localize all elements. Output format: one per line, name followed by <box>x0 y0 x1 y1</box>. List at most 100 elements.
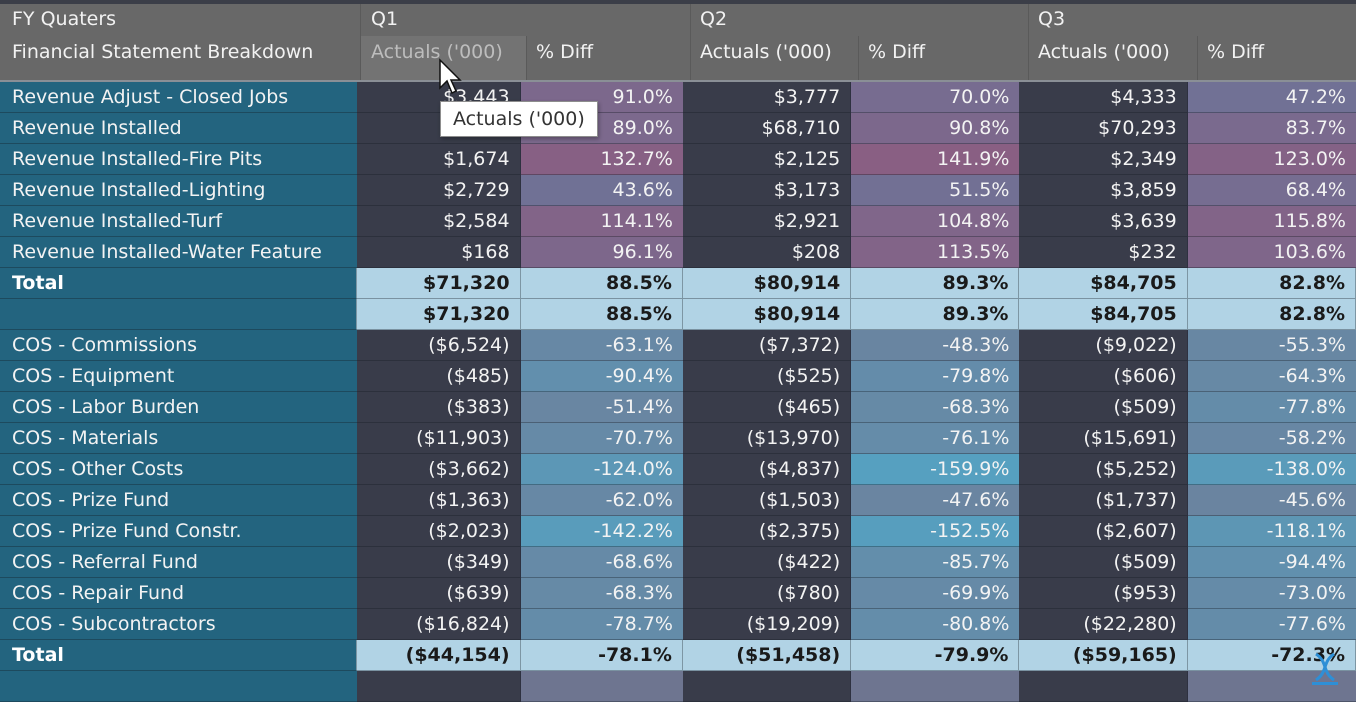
q3-actuals-cell[interactable]: ($2,607) <box>1019 516 1188 547</box>
table-row[interactable]: COS - Subcontractors ($16,824) -78.7% ($19,… <box>0 609 1356 640</box>
q1-actuals-cell[interactable]: ($11,903) <box>357 423 521 454</box>
q1-actuals-cell[interactable]: $2,584 <box>357 206 521 237</box>
q3-actuals-cell[interactable]: $84,705 <box>1019 299 1188 330</box>
q3-actuals-cell[interactable]: $4,333 <box>1019 82 1188 113</box>
row-label[interactable]: COS - Prize Fund <box>0 485 358 516</box>
q2-actuals-cell[interactable]: ($7,372) <box>682 330 852 361</box>
q3-actuals-cell[interactable]: $3,859 <box>1019 175 1188 206</box>
q2-pct-diff-cell[interactable]: -68.3% <box>851 392 1020 423</box>
quarter-header-q1[interactable]: Q1 <box>371 8 398 30</box>
row-label[interactable]: Revenue Adjust - Closed Jobs <box>0 82 358 113</box>
q3-pct-diff-cell[interactable]: -73.0% <box>1187 578 1356 609</box>
q1-pct-diff-cell[interactable]: 132.7% <box>520 144 683 175</box>
table-row[interactable]: COS - Prize Fund ($1,363) -62.0% ($1,503) -4… <box>0 485 1356 516</box>
q1-actuals-cell[interactable]: ($6,524) <box>357 330 521 361</box>
q1-pct-diff-cell[interactable]: -51.4% <box>520 392 683 423</box>
q2-pct-diff-cell[interactable]: -48.3% <box>851 330 1020 361</box>
row-label[interactable]: Revenue Installed <box>0 113 358 144</box>
q2-actuals-cell[interactable]: $3,777 <box>682 82 852 113</box>
q1-pct-diff-cell[interactable]: 114.1% <box>520 206 683 237</box>
table-row[interactable]: COS - Referral Fund ($349) -68.6% ($422) -85… <box>0 547 1356 578</box>
q1-actuals-cell[interactable]: ($485) <box>357 361 521 392</box>
q2-pct-diff-cell[interactable]: 104.8% <box>851 206 1020 237</box>
table-row[interactable]: Revenue Installed-Water Feature $168 96.1%… <box>0 237 1356 268</box>
q2-actuals-cell[interactable]: $208 <box>682 237 852 268</box>
q3-actuals-cell[interactable]: ($1,737) <box>1019 485 1188 516</box>
row-label[interactable]: Revenue Installed-Turf <box>0 206 358 237</box>
q2-actuals-cell[interactable]: $68,710 <box>682 113 852 144</box>
table-row[interactable]: Revenue Installed 89.0% $68,710 90.8% $70,29… <box>0 113 1356 144</box>
q1-pct-diff-cell[interactable]: -70.7% <box>520 423 683 454</box>
row-label[interactable]: COS - Materials <box>0 423 358 454</box>
q1-actuals-cell[interactable]: ($44,154) <box>357 640 521 671</box>
q3-pct-diff-cell[interactable]: -58.2% <box>1187 423 1356 454</box>
cos-total-row[interactable]: Total ($44,154) -78.1% ($51,458) -79.9% ($59,… <box>0 640 1356 671</box>
q2-pct-diff-cell[interactable]: -79.8% <box>851 361 1020 392</box>
q2-actuals-cell[interactable]: ($465) <box>682 392 852 423</box>
q2-pct-diff-cell[interactable]: -47.6% <box>851 485 1020 516</box>
q3-actuals-cell[interactable]: ($606) <box>1019 361 1188 392</box>
q1-pct-diff-cell[interactable]: 88.5% <box>520 268 683 299</box>
q1-actuals-cell[interactable]: ($3,662) <box>357 454 521 485</box>
q2-pct-diff-cell[interactable]: -69.9% <box>851 578 1020 609</box>
row-label[interactable]: COS - Commissions <box>0 330 358 361</box>
quarter-header-q3[interactable]: Q3 <box>1038 8 1065 30</box>
q3-pct-diff-cell[interactable]: 47.2% <box>1187 82 1356 113</box>
q2-actuals-cell[interactable]: $2,921 <box>682 206 852 237</box>
q1-pct-diff-cell[interactable]: -62.0% <box>520 485 683 516</box>
q2-pct-diff-cell[interactable]: -85.7% <box>851 547 1020 578</box>
q2-actuals-cell[interactable]: ($1,503) <box>682 485 852 516</box>
q2-actuals-cell[interactable]: ($4,837) <box>682 454 852 485</box>
column-header-q2-actuals[interactable]: Actuals ('000) <box>700 41 832 63</box>
q1-actuals-cell[interactable]: $168 <box>357 237 521 268</box>
q1-actuals-cell[interactable]: $1,674 <box>357 144 521 175</box>
q1-pct-diff-cell[interactable]: 96.1% <box>520 237 683 268</box>
q3-pct-diff-cell[interactable]: -45.6% <box>1187 485 1356 516</box>
row-label[interactable]: Total <box>0 640 358 671</box>
table-row[interactable]: Revenue Installed-Fire Pits $1,674 132.7% $… <box>0 144 1356 175</box>
q1-actuals-cell[interactable]: ($383) <box>357 392 521 423</box>
q2-actuals-cell[interactable]: ($780) <box>682 578 852 609</box>
q1-pct-diff-cell[interactable]: -124.0% <box>520 454 683 485</box>
q3-actuals-cell[interactable]: ($59,165) <box>1019 640 1188 671</box>
q2-pct-diff-cell[interactable]: 89.3% <box>851 268 1020 299</box>
q2-actuals-cell[interactable]: ($13,970) <box>682 423 852 454</box>
q2-pct-diff-cell[interactable]: 113.5% <box>851 237 1020 268</box>
q1-pct-diff-cell[interactable]: 43.6% <box>520 175 683 206</box>
table-row[interactable]: COS - Other Costs ($3,662) -124.0% ($4,837)… <box>0 454 1356 485</box>
q1-actuals-cell[interactable]: ($349) <box>357 547 521 578</box>
q1-pct-diff-cell[interactable]: -78.7% <box>520 609 683 640</box>
q1-actuals-cell[interactable]: ($1,363) <box>357 485 521 516</box>
table-row[interactable]: COS - Repair Fund ($639) -68.3% ($780) -69.9… <box>0 578 1356 609</box>
q2-pct-diff-cell[interactable]: 90.8% <box>851 113 1020 144</box>
row-label[interactable]: Revenue Installed-Fire Pits <box>0 144 358 175</box>
q2-actuals-cell[interactable]: $80,914 <box>682 299 852 330</box>
row-label[interactable]: COS - Labor Burden <box>0 392 358 423</box>
q2-actuals-cell[interactable]: ($19,209) <box>682 609 852 640</box>
row-label[interactable]: COS - Repair Fund <box>0 578 358 609</box>
q3-pct-diff-cell[interactable]: -64.3% <box>1187 361 1356 392</box>
table-row[interactable]: COS - Prize Fund Constr. ($2,023) -142.2%(… <box>0 516 1356 547</box>
table-row[interactable]: Revenue Adjust - Closed Jobs $3,443 91.0% $… <box>0 82 1356 113</box>
q3-pct-diff-cell[interactable]: -94.4% <box>1187 547 1356 578</box>
q3-actuals-cell[interactable]: ($509) <box>1019 547 1188 578</box>
q1-actuals-cell[interactable]: $2,729 <box>357 175 521 206</box>
revenue-total-row[interactable]: Total $71,320 88.5% $80,914 89.3% $84,705 82.8… <box>0 268 1356 299</box>
row-label[interactable]: COS - Subcontractors <box>0 609 358 640</box>
q3-pct-diff-cell[interactable]: -118.1% <box>1187 516 1356 547</box>
q3-pct-diff-cell[interactable]: -77.8% <box>1187 392 1356 423</box>
row-label[interactable]: Revenue Installed-Lighting <box>0 175 358 206</box>
q1-actuals-cell[interactable]: $71,320 <box>357 299 521 330</box>
q1-pct-diff-cell[interactable]: -68.3% <box>520 578 683 609</box>
q1-actuals-cell[interactable]: ($2,023) <box>357 516 521 547</box>
q2-pct-diff-cell[interactable]: -152.5% <box>851 516 1020 547</box>
q1-pct-diff-cell[interactable]: -78.1% <box>520 640 683 671</box>
q3-actuals-cell[interactable]: ($9,022) <box>1019 330 1188 361</box>
q2-pct-diff-cell[interactable]: -159.9% <box>851 454 1020 485</box>
q2-pct-diff-cell[interactable]: -80.8% <box>851 609 1020 640</box>
q2-pct-diff-cell[interactable]: 141.9% <box>851 144 1020 175</box>
q3-actuals-cell[interactable]: ($509) <box>1019 392 1188 423</box>
q2-actuals-cell[interactable]: ($51,458) <box>682 640 852 671</box>
q2-actuals-cell[interactable]: ($525) <box>682 361 852 392</box>
column-header-q1-diff[interactable]: % Diff <box>536 41 593 63</box>
